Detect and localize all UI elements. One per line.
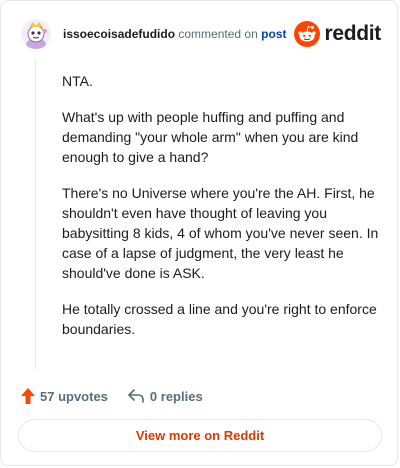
avatar-icon bbox=[21, 19, 51, 49]
comment-body: NTA. What's up with people huffing and p… bbox=[62, 71, 382, 355]
reply-count: 0 replies bbox=[149, 388, 203, 404]
reddit-logo[interactable]: reddit bbox=[294, 19, 381, 49]
comment-paragraph: NTA. bbox=[62, 73, 93, 89]
thread-line bbox=[35, 59, 36, 369]
view-more-button[interactable]: View more on Reddit bbox=[18, 419, 382, 452]
comment-header: issoecoisadefudido commented on post red… bbox=[21, 19, 381, 51]
commented-on-text: commented on bbox=[178, 27, 258, 41]
reddit-snoo-icon bbox=[294, 21, 321, 47]
upvote-count: 57 upvotes bbox=[40, 388, 108, 404]
reply-arrow-icon bbox=[128, 389, 144, 403]
comment-paragraph: There's no Universe where you're the AH.… bbox=[62, 185, 379, 281]
upvote-arrow-icon bbox=[21, 388, 35, 404]
post-link[interactable]: post bbox=[261, 27, 286, 41]
comment-paragraph: What's up with people huffing and puffin… bbox=[62, 109, 359, 165]
comment-actions: 57 upvotes 0 replies bbox=[21, 386, 203, 406]
user-avatar[interactable] bbox=[21, 19, 51, 49]
comment-paragraph: He totally crossed a line and you're rig… bbox=[62, 301, 377, 337]
username[interactable]: issoecoisadefudido bbox=[63, 27, 175, 41]
reddit-wordmark: reddit bbox=[324, 22, 381, 45]
upvote-button[interactable]: 57 upvotes bbox=[21, 388, 108, 404]
embedded-comment-card: issoecoisadefudido commented on post red… bbox=[0, 0, 398, 466]
reply-button[interactable]: 0 replies bbox=[128, 389, 203, 404]
comment-meta: issoecoisadefudido commented on post bbox=[63, 27, 286, 41]
